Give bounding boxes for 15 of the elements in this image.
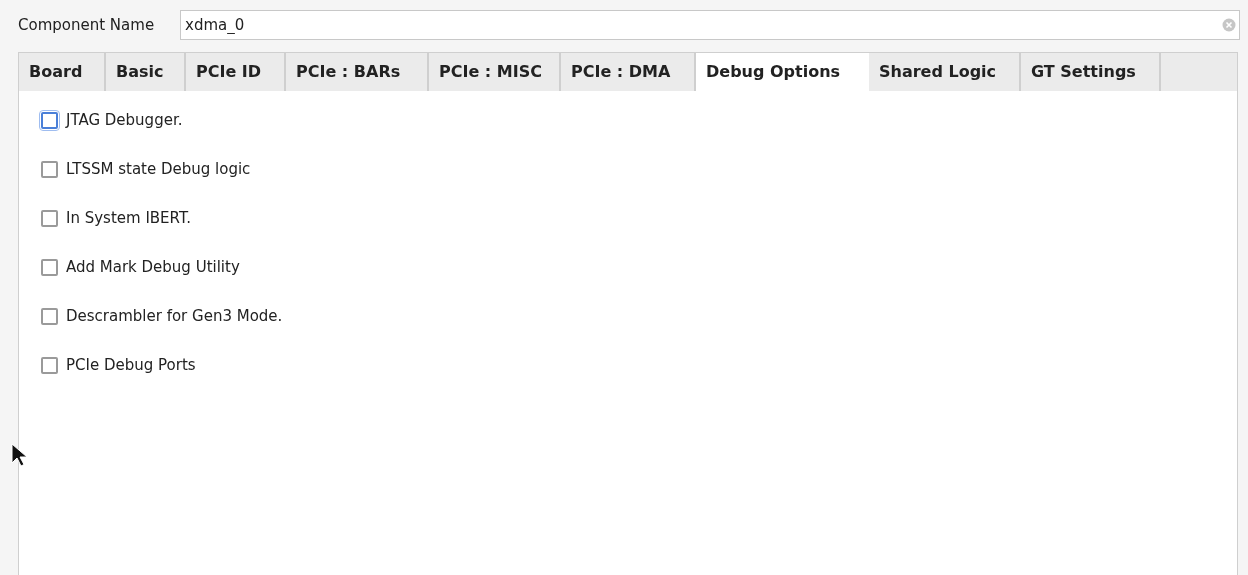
option-label: JTAG Debugger.	[66, 109, 183, 131]
checkbox[interactable]	[41, 209, 58, 227]
option-label: PCIe Debug Ports	[66, 354, 196, 376]
option-label: Descrambler for Gen3 Mode.	[66, 305, 283, 327]
clear-icon[interactable]	[1222, 18, 1236, 32]
option-label: LTSSM state Debug logic	[66, 158, 251, 180]
checkbox[interactable]	[41, 307, 58, 325]
field-label: Component Name	[18, 14, 156, 36]
tab[interactable]: Debug Options	[696, 53, 869, 91]
option-label: Add Mark Debug Utility	[66, 256, 240, 278]
component-name-field[interactable]: xdma_0	[180, 10, 1240, 40]
option-label: In System IBERT.	[66, 207, 192, 229]
checkbox[interactable]	[41, 160, 58, 178]
checkbox[interactable]	[41, 258, 58, 276]
checkbox[interactable]	[41, 356, 58, 374]
